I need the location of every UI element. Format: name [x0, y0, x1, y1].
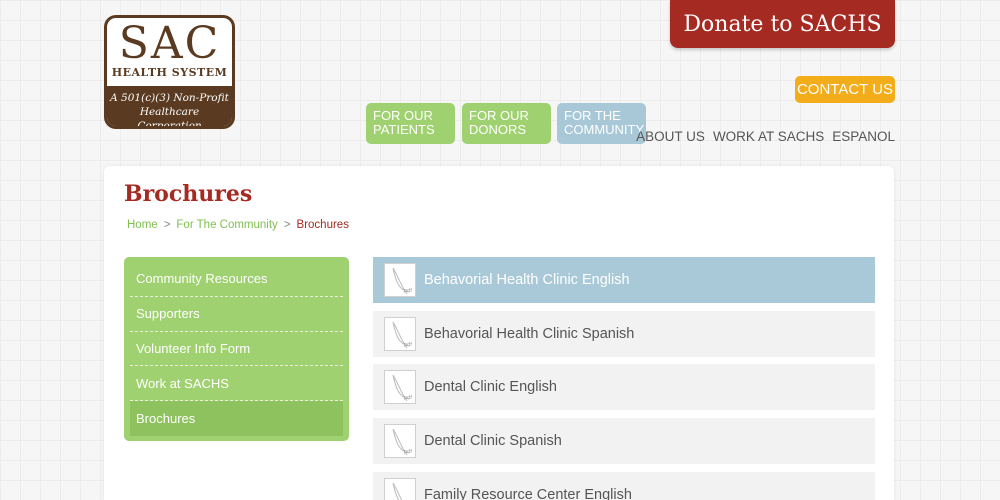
sidebar-item-brochures[interactable]: Brochures: [130, 401, 343, 436]
brochure-label: Dental Clinic Spanish: [424, 433, 562, 449]
breadcrumb-separator: >: [283, 219, 291, 231]
pdf-file-icon: pdf: [384, 317, 416, 351]
link-espanol[interactable]: ESPANOL: [832, 129, 895, 144]
brochure-item[interactable]: pdf Family Resource Center English: [373, 472, 875, 500]
logo-subtitle: HEALTH SYSTEM: [111, 66, 228, 79]
brochure-label: Dental Clinic English: [424, 379, 557, 395]
brochure-label: Family Resource Center English: [424, 487, 632, 500]
breadcrumb-home[interactable]: Home: [127, 219, 158, 231]
brochure-label: Behavorial Health Clinic English: [424, 272, 630, 288]
pdf-file-icon: pdf: [384, 263, 416, 297]
pdf-file-icon: pdf: [384, 424, 416, 458]
pdf-tag: pdf: [403, 288, 412, 294]
link-about-us[interactable]: ABOUT US: [636, 129, 705, 144]
brochure-item[interactable]: pdf Dental Clinic Spanish: [373, 418, 875, 464]
nav-for-the-community[interactable]: FOR THE COMMUNITY: [557, 103, 646, 144]
brochure-item[interactable]: pdf Behavorial Health Clinic Spanish: [373, 311, 875, 357]
pdf-file-icon: pdf: [384, 370, 416, 404]
breadcrumb: Home > For The Community > Brochures: [127, 219, 349, 231]
breadcrumb-current: Brochures: [296, 219, 349, 231]
nav-for-our-patients[interactable]: FOR OUR PATIENTS: [366, 103, 455, 144]
breadcrumb-separator: >: [163, 219, 171, 231]
breadcrumb-for-the-community[interactable]: For The Community: [176, 219, 277, 231]
sidebar-item-community-resources[interactable]: Community Resources: [130, 262, 343, 297]
page-title: Brochures: [124, 181, 253, 207]
donate-button[interactable]: Donate to SACHS: [670, 0, 895, 48]
pdf-tag: pdf: [403, 342, 412, 348]
sidebar-item-work-at-sachs[interactable]: Work at SACHS: [130, 366, 343, 402]
logo-tagline-band: A 501(c)(3) Non-Profit Healthcare Corpor…: [107, 86, 232, 126]
sidebar-item-volunteer-info-form[interactable]: Volunteer Info Form: [130, 332, 343, 367]
brochure-item[interactable]: pdf Behavorial Health Clinic English: [373, 257, 875, 303]
pdf-tag: pdf: [403, 449, 412, 455]
brochure-label: Behavorial Health Clinic Spanish: [424, 326, 635, 342]
sac-logo[interactable]: SAC HEALTH SYSTEM A 501(c)(3) Non-Profit…: [104, 15, 235, 129]
pdf-tag: pdf: [403, 395, 412, 401]
top-links: ABOUT US WORK AT SACHS ESPANOL: [636, 129, 895, 144]
logo-tagline-line2: Healthcare Corporation: [137, 106, 202, 129]
sidebar-item-supporters[interactable]: Supporters: [130, 297, 343, 332]
pdf-file-icon: pdf: [384, 478, 416, 500]
logo-tagline-line1: A 501(c)(3) Non-Profit: [110, 92, 229, 104]
nav-for-our-donors[interactable]: FOR OUR DONORS: [462, 103, 551, 144]
brochure-item[interactable]: pdf Dental Clinic English: [373, 364, 875, 410]
contact-us-button[interactable]: CONTACT US: [795, 76, 895, 103]
sidebar-nav: Community Resources Supporters Volunteer…: [124, 257, 349, 441]
logo-name: SAC: [118, 18, 221, 69]
link-work-at-sachs[interactable]: WORK AT SACHS: [713, 129, 824, 144]
